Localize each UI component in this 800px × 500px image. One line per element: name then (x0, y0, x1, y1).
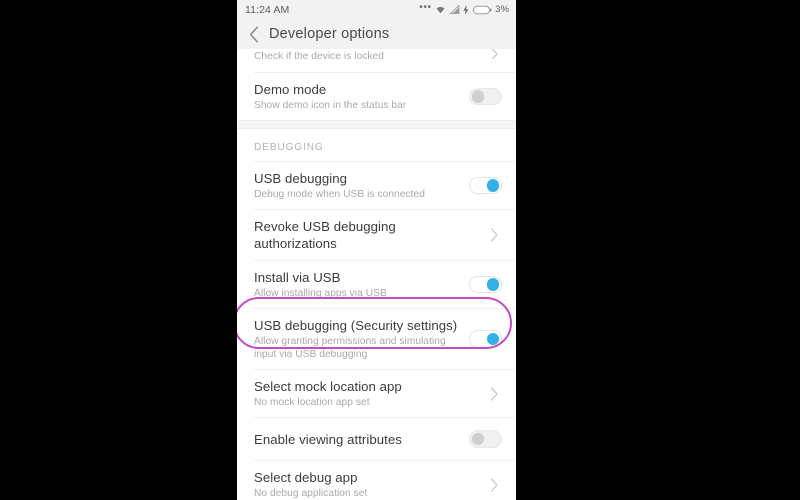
wifi-icon (435, 5, 446, 14)
chevron-right-icon[interactable] (486, 477, 502, 493)
signal-icon (449, 5, 460, 14)
row-accessory (464, 430, 502, 448)
toggle-usb-debugging-security-settings[interactable] (469, 330, 502, 348)
list-item-subtitle: No mock location app set (254, 397, 370, 408)
more-dots-icon: ••• (419, 1, 432, 13)
row-texts: Check if the device is locked (254, 49, 458, 72)
app-title-bar: Developer options (237, 19, 516, 49)
toggle-knob (486, 278, 500, 291)
toggle-install-via-usb[interactable] (469, 275, 502, 294)
toggle-usb-debugging[interactable] (469, 176, 502, 195)
status-bar-right: ••• 3% (419, 1, 509, 15)
section-separator (237, 120, 516, 129)
row-accessory (464, 477, 502, 493)
page-title: Developer options (269, 26, 390, 42)
list-item-title: Revoke USB debugging authorizations (254, 219, 396, 251)
toggle-knob (471, 432, 485, 446)
toggle-knob (486, 179, 500, 192)
list-item-subtitle: Check if the device is locked (254, 51, 384, 62)
list-item-demo-mode[interactable]: Demo mode Show demo icon in the status b… (237, 73, 516, 120)
list-item-select-mock-location-app[interactable]: Select mock location app No mock locatio… (237, 370, 516, 417)
row-texts: Enable viewing attributes (254, 423, 458, 456)
list-item-subtitle: No debug application set (254, 488, 368, 499)
row-accessory (464, 87, 502, 106)
chevron-right-icon[interactable] (486, 49, 502, 59)
list-item-revoke-usb-authorizations[interactable]: Revoke USB debugging authorizations (237, 210, 516, 260)
screenshot-stage: 11:24 AM ••• 3% Developer options Check … (0, 0, 800, 500)
list-item-usb-debugging[interactable]: USB debugging Debug mode when USB is con… (237, 162, 516, 209)
list-item-title: USB debugging (Security settings) (254, 318, 458, 333)
toggle-enable-viewing-attributes[interactable] (469, 430, 502, 448)
row-accessory (464, 49, 502, 59)
list-item-title: Enable viewing attributes (254, 431, 402, 447)
list-item-subtitle: Allow granting permissions and simulatin… (254, 336, 446, 360)
row-texts: Select debug app No debug application se… (254, 461, 458, 500)
toggle-knob (486, 332, 500, 346)
list-item-title: Install via USB (254, 270, 341, 285)
list-item-title: Select debug app (254, 470, 358, 485)
list-item-title: Demo mode (254, 82, 327, 97)
list-item-subtitle: Show demo icon in the status bar (254, 100, 407, 111)
row-accessory (464, 330, 502, 348)
row-texts: Revoke USB debugging authorizations (254, 210, 458, 260)
back-chevron-icon[interactable] (246, 26, 262, 42)
status-bar: 11:24 AM ••• 3% (237, 0, 516, 19)
charging-bolt-icon (463, 4, 469, 15)
row-texts: Demo mode Show demo icon in the status b… (254, 73, 458, 120)
toggle-knob (471, 90, 485, 103)
row-texts: Select mock location app No mock locatio… (254, 370, 458, 417)
phone-screen: 11:24 AM ••• 3% Developer options Check … (237, 0, 516, 500)
list-item-title: Select mock location app (254, 379, 402, 394)
row-accessory (464, 227, 502, 243)
list-item-title: USB debugging (254, 171, 348, 186)
row-texts: USB debugging (Security settings) Allow … (254, 309, 458, 369)
row-accessory (464, 386, 502, 402)
row-texts: USB debugging Debug mode when USB is con… (254, 162, 458, 209)
list-item-select-debug-app[interactable]: Select debug app No debug application se… (237, 461, 516, 500)
status-bar-left: 11:24 AM (245, 4, 289, 16)
section-header-debugging: DEBUGGING (237, 129, 516, 161)
row-accessory (464, 176, 502, 195)
list-item-enable-viewing-attributes[interactable]: Enable viewing attributes (237, 418, 516, 460)
toggle-demo-mode[interactable] (469, 87, 502, 106)
row-texts: Install via USB Allow installing apps vi… (254, 261, 458, 308)
list-item-device-locked[interactable]: Check if the device is locked (237, 49, 516, 72)
battery-percent-label: 3% (495, 4, 509, 15)
chevron-right-icon[interactable] (486, 386, 502, 402)
battery-icon (472, 5, 492, 15)
row-accessory (464, 275, 502, 294)
list-item-subtitle: Allow installing apps via USB (254, 288, 387, 299)
status-bar-clock: 11:24 AM (245, 3, 290, 16)
chevron-right-icon[interactable] (486, 227, 502, 243)
list-item-install-via-usb[interactable]: Install via USB Allow installing apps vi… (237, 261, 516, 308)
settings-list: Check if the device is locked Demo mode … (237, 49, 516, 500)
list-item-usb-debugging-security-settings[interactable]: USB debugging (Security settings) Allow … (237, 309, 516, 369)
list-item-subtitle: Debug mode when USB is connected (254, 189, 425, 200)
